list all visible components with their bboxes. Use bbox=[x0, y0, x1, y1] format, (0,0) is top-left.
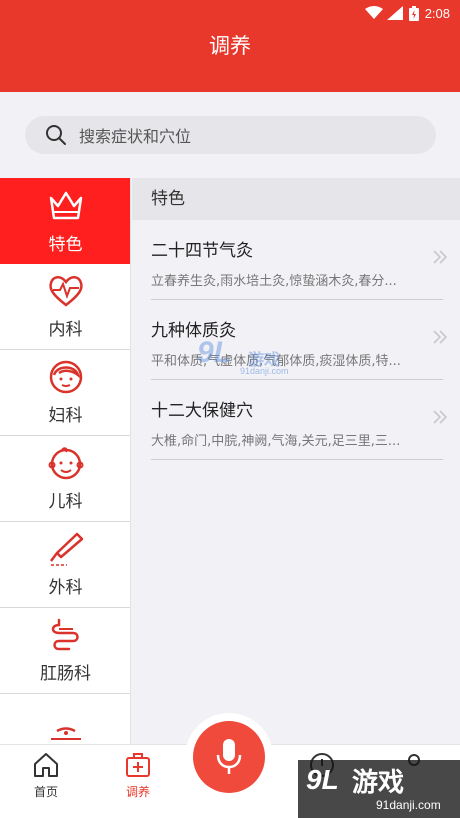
list-item[interactable]: 十二大保健穴 大椎,命门,中脘,神阙,气海,关元,足三里,三... bbox=[151, 380, 448, 460]
watermark-logo: 9L bbox=[197, 336, 233, 369]
double-chevron-right-icon bbox=[433, 410, 448, 424]
app-header: 2:08 调养 bbox=[0, 0, 460, 92]
search-area: 搜索症状和穴位 bbox=[0, 92, 460, 178]
item-title: 二十四节气灸 bbox=[151, 241, 253, 261]
battery-icon bbox=[408, 5, 419, 21]
sidebar-item-label: 肛肠科 bbox=[40, 664, 91, 684]
intestine-icon bbox=[51, 618, 79, 651]
sidebar-item-waike[interactable]: 外科 bbox=[0, 522, 130, 608]
search-input[interactable]: 搜索症状和穴位 bbox=[25, 116, 436, 154]
double-chevron-right-icon bbox=[433, 330, 448, 344]
sidebar-item-erke[interactable]: 儿科 bbox=[0, 436, 130, 522]
status-time: 2:08 bbox=[424, 5, 450, 21]
item-description: 立春养生灸,雨水培土灸,惊蛰涵木灸,春分... bbox=[151, 274, 397, 289]
woman-face-icon bbox=[49, 360, 82, 394]
microphone-icon bbox=[216, 739, 242, 774]
sidebar-item-label: 外科 bbox=[48, 578, 83, 598]
signal-icon bbox=[386, 6, 403, 20]
watermark-text: 游戏 bbox=[352, 768, 405, 798]
list-item[interactable]: 九种体质灸 平和体质,气虚体质,气郁体质,痰湿体质,特... bbox=[151, 300, 448, 380]
tab-label: 首页 bbox=[33, 785, 58, 799]
page-title: 调养 bbox=[209, 34, 251, 58]
crown-icon bbox=[49, 191, 82, 219]
tab-tiaoyang[interactable]: 调养 bbox=[108, 751, 168, 800]
sidebar-item-fuke[interactable]: 妇科 bbox=[0, 350, 130, 436]
sidebar-item-neike[interactable]: 内科 bbox=[0, 264, 130, 350]
wifi-icon bbox=[364, 6, 383, 19]
sidebar-item-tese[interactable]: 特色 bbox=[0, 178, 130, 264]
tab-home[interactable]: 首页 bbox=[16, 751, 76, 800]
list-item[interactable]: 二十四节气灸 立春养生灸,雨水培土灸,惊蛰涵木灸,春分... bbox=[151, 220, 448, 300]
item-title: 十二大保健穴 bbox=[151, 401, 253, 421]
sidebar-item-label: 妇科 bbox=[48, 406, 83, 426]
search-icon bbox=[46, 125, 66, 145]
sidebar-item-label: 内科 bbox=[48, 320, 83, 340]
heart-pulse-icon bbox=[48, 276, 83, 307]
watermark-url: 91danji.com bbox=[376, 798, 441, 812]
scalpel-icon bbox=[49, 532, 83, 566]
sidebar-item-gangchangke[interactable]: 肛肠科 bbox=[0, 608, 130, 694]
status-bar: 2:08 bbox=[364, 4, 450, 22]
tab-label: 调养 bbox=[125, 785, 150, 799]
section-title: 特色 bbox=[132, 178, 460, 220]
category-sidebar: 特色 内科 妇科 儿科 外科 肛肠科 bbox=[0, 178, 131, 744]
medical-kit-icon bbox=[126, 753, 150, 777]
home-icon bbox=[34, 753, 58, 777]
sidebar-item-partial[interactable] bbox=[0, 694, 130, 744]
watermark-url: 91danji.com bbox=[240, 366, 289, 376]
voice-button[interactable] bbox=[185, 713, 273, 801]
watermark-logo: 9L bbox=[306, 764, 339, 795]
search-placeholder: 搜索症状和穴位 bbox=[79, 127, 192, 146]
sidebar-item-label: 特色 bbox=[48, 234, 83, 255]
corner-watermark: 9L 游戏 91danji.com bbox=[298, 760, 460, 818]
double-chevron-right-icon bbox=[433, 250, 448, 264]
face-icon bbox=[50, 727, 81, 740]
item-description: 大椎,命门,中脘,神阙,气海,关元,足三里,三... bbox=[151, 434, 401, 449]
baby-face-icon bbox=[48, 447, 83, 480]
voice-button-inner bbox=[193, 721, 265, 793]
sidebar-item-label: 儿科 bbox=[48, 492, 83, 512]
content-panel: 特色 二十四节气灸 立春养生灸,雨水培土灸,惊蛰涵木灸,春分... 九种体质灸 … bbox=[132, 178, 460, 744]
